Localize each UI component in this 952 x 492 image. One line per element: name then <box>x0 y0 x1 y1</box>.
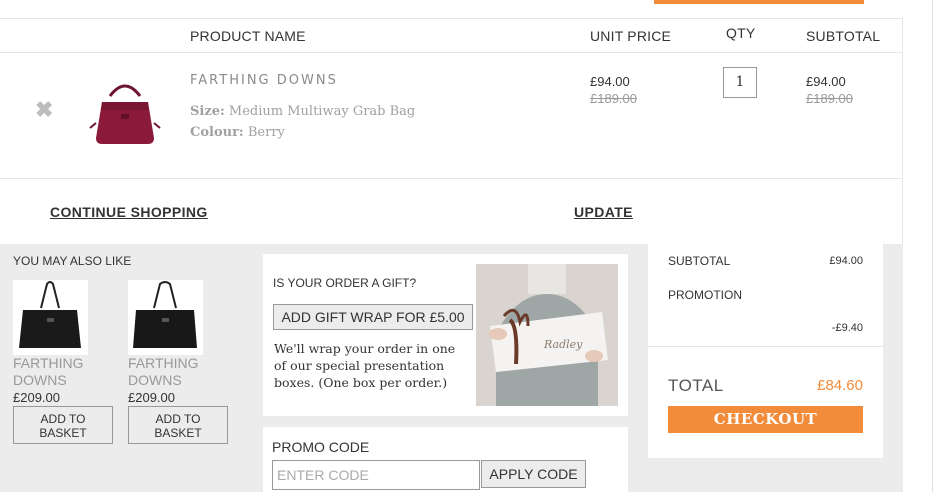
gift-box-image: Radley <box>476 264 618 406</box>
recommendation-image[interactable] <box>128 280 203 355</box>
add-to-basket-button[interactable]: ADD TO BASKET <box>128 406 228 444</box>
bag-black-image <box>19 281 81 348</box>
product-size: Size: Medium Multiway Grab Bag <box>190 104 415 119</box>
recommendation-image[interactable] <box>13 280 88 355</box>
promo-code-input[interactable] <box>272 460 480 490</box>
add-to-basket-line1: ADD TO <box>40 412 86 426</box>
col-header-unit-price: UNIT PRICE <box>590 28 672 44</box>
add-gift-wrap-button[interactable]: ADD GIFT WRAP FOR £5.00 <box>273 304 473 330</box>
product-colour: Colour: Berry <box>190 125 285 140</box>
colour-label: Colour: <box>190 125 244 140</box>
total-value: £84.60 <box>817 377 863 394</box>
size-label: Size: <box>190 104 225 119</box>
quantity-field[interactable]: 1 <box>723 67 757 98</box>
page-edge <box>932 0 933 492</box>
add-to-basket-line1: ADD TO <box>155 412 201 426</box>
apply-code-button[interactable]: APPLY CODE <box>481 460 586 488</box>
recommendation-name-line1: FARTHING <box>128 355 199 371</box>
add-to-basket-line2: BASKET <box>154 426 202 440</box>
col-header-product-name: PRODUCT NAME <box>190 28 306 44</box>
summary-promotion-label: PROMOTION <box>668 288 742 302</box>
colour-value: Berry <box>247 125 285 140</box>
header-divider <box>0 52 903 53</box>
recommendation-name-line2: DOWNS <box>13 372 67 388</box>
product-name[interactable]: FARTHING DOWNS <box>190 73 338 88</box>
summary-divider <box>648 346 883 347</box>
recommendation-name[interactable]: FARTHING DOWNS <box>13 355 84 389</box>
promo-code-label: PROMO CODE <box>272 439 370 455</box>
product-image-bag[interactable] <box>88 78 162 148</box>
unit-price: £94.00 <box>590 74 630 89</box>
remove-item-close-icon[interactable]: ✖ <box>35 99 53 121</box>
update-basket-link[interactable]: UPDATE <box>574 204 633 220</box>
line-subtotal: £94.00 <box>806 74 846 89</box>
add-to-basket-line2: BASKET <box>39 426 87 440</box>
gift-question: IS YOUR ORDER A GIFT? <box>273 276 417 290</box>
summary-subtotal-label: SUBTOTAL <box>668 254 731 268</box>
recommendation-price: £209.00 <box>128 390 175 405</box>
bag-black-image <box>133 281 197 348</box>
continue-shopping-link[interactable]: CONTINUE SHOPPING <box>50 204 208 220</box>
col-header-subtotal: SUBTOTAL <box>806 28 881 44</box>
row-divider <box>0 178 903 179</box>
checkout-button[interactable]: CHECKOUT <box>668 406 863 433</box>
recommendation-name[interactable]: FARTHING DOWNS <box>128 355 199 389</box>
summary-subtotal-value: £94.00 <box>829 255 863 267</box>
recommendation-name-line2: DOWNS <box>128 372 182 388</box>
gift-wrap-description: We'll wrap your order in one of our spec… <box>274 341 456 390</box>
add-to-basket-button[interactable]: ADD TO BASKET <box>13 406 113 444</box>
top-accent-bar <box>654 0 864 4</box>
recommendation-name-line1: FARTHING <box>13 355 84 371</box>
recommendations-heading: YOU MAY ALSO LIKE <box>13 254 132 268</box>
unit-price-original: £189.00 <box>590 91 637 106</box>
gift-box-script: Radley <box>543 338 583 351</box>
summary-promotion-value: -£9.40 <box>831 322 863 334</box>
recommendation-price: £209.00 <box>13 390 60 405</box>
line-subtotal-original: £189.00 <box>806 91 853 106</box>
col-header-qty: QTY <box>726 25 756 41</box>
total-label: TOTAL <box>668 376 724 395</box>
size-value: Medium Multiway Grab Bag <box>228 104 416 119</box>
